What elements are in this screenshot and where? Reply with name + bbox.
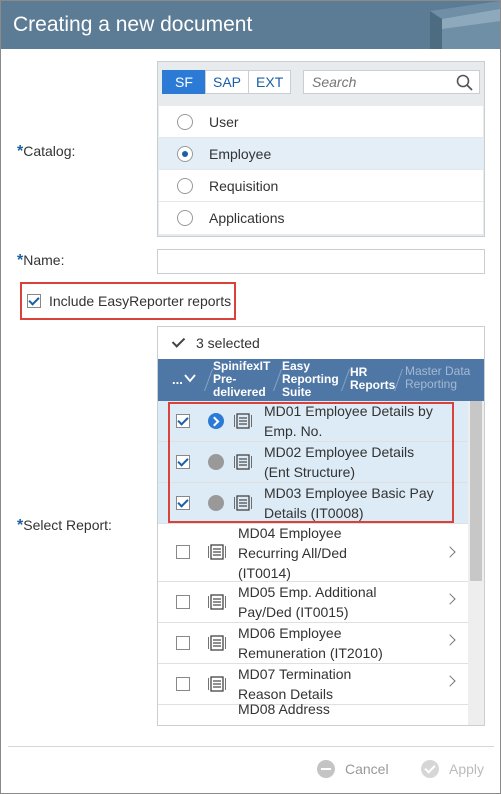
report-checkbox[interactable] (176, 677, 190, 691)
scrollbar-thumb[interactable] (470, 401, 482, 581)
breadcrumb-item-master-data: Master Data Reporting (405, 364, 471, 391)
report-checkbox[interactable] (176, 545, 190, 559)
catalog-option-requisition[interactable]: Requisition (159, 170, 483, 202)
chevron-right-icon[interactable] (444, 634, 456, 646)
apply-button[interactable]: Apply (421, 760, 484, 778)
breadcrumb-separator (203, 369, 214, 391)
report-document-icon (208, 676, 226, 692)
chevron-down-icon[interactable] (184, 373, 196, 383)
source-button-sf[interactable]: SF (162, 70, 206, 94)
footer-divider (8, 746, 494, 747)
radio-button[interactable] (177, 177, 193, 194)
include-easyreporter-checkbox[interactable] (27, 294, 41, 308)
report-row-md08[interactable]: MD08 Address (158, 701, 468, 725)
report-document-icon (208, 594, 226, 610)
catalog-panel: SF SAP EXT User Employee Requisition (157, 61, 485, 237)
dialog-title: Creating a new document (13, 13, 253, 36)
breadcrumb-item-spinifexit[interactable]: SpinifexIT Pre- delivered (213, 360, 270, 399)
breadcrumb-item-hr-reports[interactable]: HR Reports (350, 366, 395, 392)
select-report-label: *Select Report: (17, 517, 112, 534)
report-breadcrumb: ... SpinifexIT Pre- delivered Easy Repor… (158, 359, 484, 401)
report-title: MD04 Employee Recurring All/Ded (IT0014) (238, 525, 347, 581)
name-field[interactable] (157, 249, 485, 274)
dialog-title-bar: Creating a new document (1, 1, 500, 49)
report-list-panel: 3 selected ... SpinifexIT Pre- delivered… (157, 326, 485, 726)
report-row-md05[interactable]: MD05 Emp. Additional Pay/Ded (IT0015) (158, 582, 468, 623)
source-button-ext[interactable]: EXT (248, 70, 292, 94)
report-document-icon (208, 635, 226, 651)
minus-circle-icon (317, 760, 335, 778)
report-checkbox[interactable] (176, 595, 190, 609)
report-checkbox[interactable] (176, 496, 190, 510)
checkmark-icon (172, 336, 186, 350)
status-dot-icon (208, 495, 224, 511)
selection-summary[interactable]: 3 selected (158, 327, 484, 359)
catalog-options: User Employee Requisition Applications (159, 106, 483, 234)
name-label: *Name: (17, 252, 65, 269)
cancel-button[interactable]: Cancel (317, 760, 389, 778)
report-row-md04[interactable]: MD04 Employee Recurring All/Ded (IT0014) (158, 524, 468, 582)
breadcrumb-separator (340, 369, 351, 391)
report-row-md02[interactable]: MD02 Employee Details (Ent Structure) (158, 442, 468, 483)
catalog-source-switch: SF SAP EXT (162, 70, 292, 94)
report-title: MD08 Address (238, 701, 330, 717)
chevron-right-icon[interactable] (444, 675, 456, 687)
navigate-arrow-icon[interactable] (208, 413, 224, 429)
catalog-option-applications[interactable]: Applications (159, 202, 483, 234)
search-icon[interactable] (456, 74, 473, 91)
report-row-md01[interactable]: MD01 Employee Details by Emp. No. (158, 401, 468, 442)
radio-button-selected[interactable] (177, 145, 193, 162)
catalog-option-user[interactable]: User (159, 106, 483, 138)
radio-button[interactable] (177, 210, 193, 226)
report-document-icon (234, 495, 252, 511)
report-document-icon (234, 413, 252, 429)
report-rows: MD01 Employee Details by Emp. No. MD02 E… (158, 401, 468, 725)
report-list-scrollbar[interactable] (468, 401, 484, 725)
chevron-right-icon[interactable] (444, 546, 456, 558)
chevron-right-icon[interactable] (444, 593, 456, 605)
breadcrumb-more-button[interactable]: ... (172, 373, 183, 386)
report-title: MD03 Employee Basic Pay Details (IT0008) (264, 485, 434, 521)
report-title: MD01 Employee Details by Emp. No. (264, 403, 433, 439)
report-title: MD05 Emp. Additional Pay/Ded (IT0015) (238, 584, 377, 620)
report-document-icon (208, 544, 226, 560)
report-title: MD07 Termination Reason Details (238, 666, 352, 702)
report-title: MD06 Employee Remuneration (IT2010) (238, 625, 383, 661)
report-checkbox[interactable] (176, 636, 190, 650)
report-row-md03[interactable]: MD03 Employee Basic Pay Details (IT0008) (158, 483, 468, 524)
create-document-dialog: Creating a new document *Catalog: SF SAP… (0, 0, 501, 794)
breadcrumb-item-easy-reporting[interactable]: Easy Reporting Suite (282, 360, 339, 399)
status-dot-icon (208, 454, 224, 470)
report-row-md06[interactable]: MD06 Employee Remuneration (IT2010) (158, 623, 468, 664)
catalog-option-employee[interactable]: Employee (159, 138, 483, 170)
header-decoration-icon (430, 1, 500, 49)
check-circle-icon (421, 760, 439, 778)
catalog-label: *Catalog: (17, 143, 76, 160)
report-title: MD02 Employee Details (Ent Structure) (264, 444, 415, 480)
catalog-search-input[interactable] (304, 71, 444, 93)
report-checkbox[interactable] (176, 455, 190, 469)
breadcrumb-separator (272, 369, 283, 391)
include-easyreporter-toggle[interactable]: Include EasyReporter reports (20, 282, 236, 320)
report-checkbox[interactable] (176, 414, 190, 428)
breadcrumb-separator (393, 369, 404, 391)
catalog-search (303, 70, 480, 94)
source-button-sap[interactable]: SAP (205, 70, 250, 94)
radio-button[interactable] (177, 113, 193, 130)
report-document-icon (234, 454, 252, 470)
